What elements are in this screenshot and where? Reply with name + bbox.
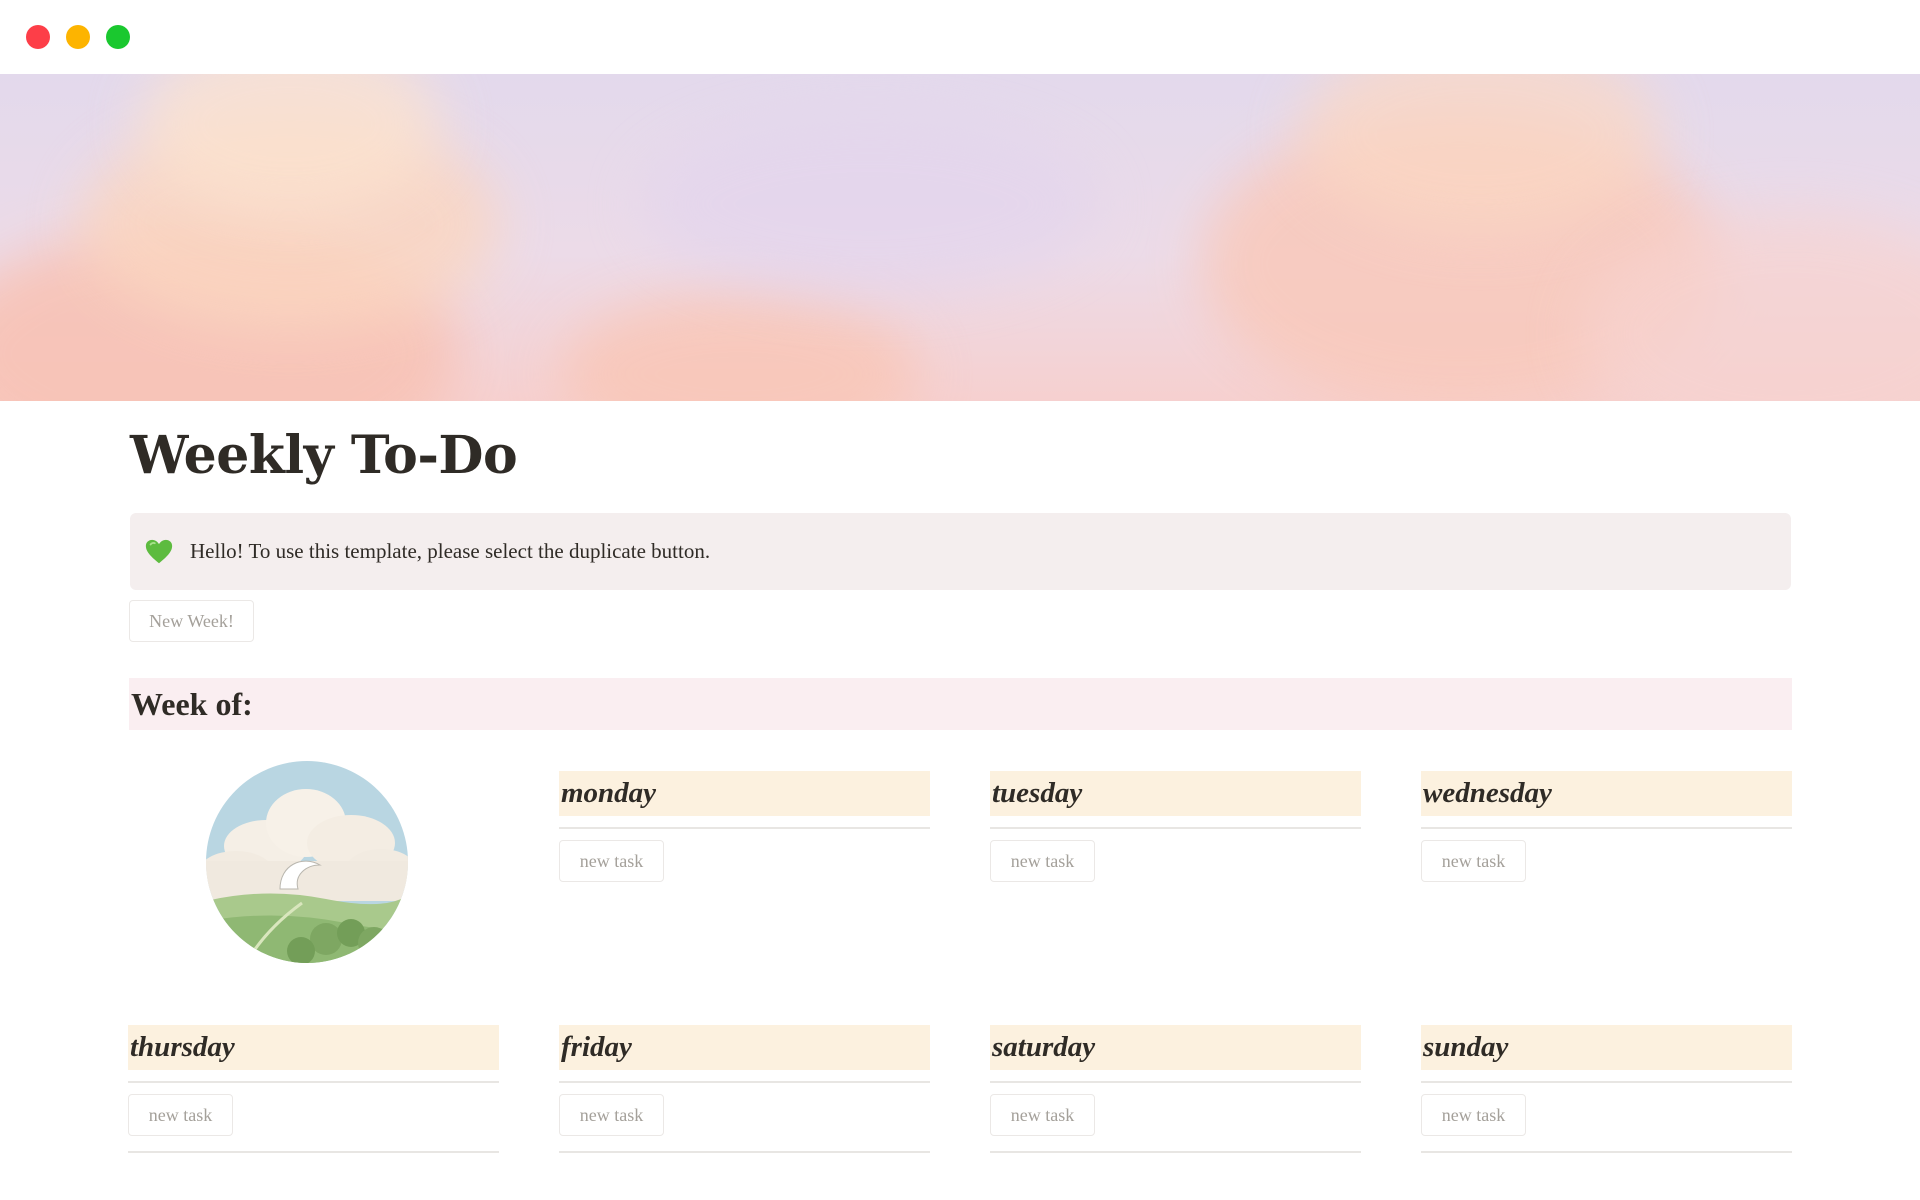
minimize-window-button[interactable]: [66, 25, 90, 49]
divider: [1421, 1081, 1792, 1083]
green-heart-icon: [145, 539, 173, 563]
day-label-saturday: saturday: [992, 1031, 1096, 1063]
divider: [990, 1151, 1361, 1153]
close-window-button[interactable]: [26, 25, 50, 49]
day-label-thursday: thursday: [130, 1031, 235, 1063]
page-cover-image: [0, 74, 1920, 401]
day-label-wednesday: wednesday: [1423, 777, 1552, 809]
day-header-saturday: saturday: [990, 1025, 1361, 1070]
day-header-tuesday: tuesday: [990, 771, 1361, 816]
day-header-monday: monday: [559, 771, 930, 816]
divider: [990, 1081, 1361, 1083]
new-task-button-tuesday[interactable]: new task: [990, 840, 1095, 882]
divider: [1421, 827, 1792, 829]
day-label-tuesday: tuesday: [992, 777, 1083, 809]
new-task-button-friday[interactable]: new task: [559, 1094, 664, 1136]
day-header-friday: friday: [559, 1025, 930, 1070]
moon-landscape-image: [206, 761, 408, 963]
day-label-monday: monday: [561, 777, 657, 809]
divider: [559, 827, 930, 829]
new-task-button-saturday[interactable]: new task: [990, 1094, 1095, 1136]
week-of-heading-text: Week of:: [131, 685, 253, 722]
day-label-sunday: sunday: [1423, 1031, 1509, 1063]
divider: [128, 1151, 499, 1153]
divider: [559, 1081, 930, 1083]
maximize-window-button[interactable]: [106, 25, 130, 49]
day-header-wednesday: wednesday: [1421, 771, 1792, 816]
divider: [128, 1081, 499, 1083]
day-header-sunday: sunday: [1421, 1025, 1792, 1070]
day-header-thursday: thursday: [128, 1025, 499, 1070]
divider: [990, 827, 1361, 829]
callout-text: Hello! To use this template, please sele…: [190, 539, 711, 563]
divider: [1421, 1151, 1792, 1153]
new-task-button-wednesday[interactable]: new task: [1421, 840, 1526, 882]
callout-block: Hello! To use this template, please sele…: [130, 513, 1791, 590]
new-task-button-sunday[interactable]: new task: [1421, 1094, 1526, 1136]
new-week-button[interactable]: New Week!: [129, 600, 254, 642]
new-task-button-thursday[interactable]: new task: [128, 1094, 233, 1136]
divider: [559, 1151, 930, 1153]
week-of-heading: Week of:: [129, 678, 1792, 730]
window-titlebar: [0, 0, 1920, 74]
new-task-button-monday[interactable]: new task: [559, 840, 664, 882]
day-label-friday: friday: [561, 1031, 632, 1063]
page-title: Weekly To-Do: [130, 425, 518, 486]
